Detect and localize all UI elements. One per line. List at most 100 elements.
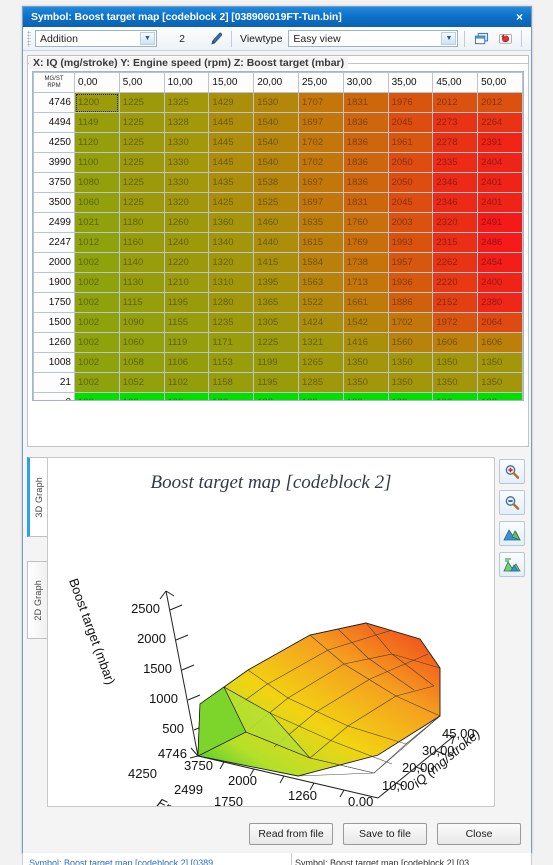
pencil-apply-icon[interactable]: [207, 30, 225, 48]
cell-r4-c1[interactable]: 1225: [118, 172, 165, 193]
cell-r10-c6[interactable]: 1661: [342, 292, 389, 313]
cell-r12-c7[interactable]: 1560: [387, 332, 434, 353]
cell-r8-c4[interactable]: 1415: [253, 252, 299, 273]
cell-r10-c4[interactable]: 1365: [253, 292, 299, 313]
zoom-out-icon[interactable]: [499, 490, 525, 515]
operation-select[interactable]: Addition ▼: [35, 30, 157, 47]
row-header-10[interactable]: 1750: [33, 292, 75, 313]
cell-r5-c1[interactable]: 1225: [118, 192, 165, 213]
cell-r2-c8[interactable]: 2278: [432, 132, 479, 153]
cell-r8-c1[interactable]: 1140: [118, 252, 165, 273]
cell-r6-c0[interactable]: 1021: [74, 212, 120, 233]
cell-r5-c8[interactable]: 2346: [432, 192, 479, 213]
reset-red-icon[interactable]: [495, 29, 515, 48]
cell-r6-c2[interactable]: 1260: [163, 212, 210, 233]
cell-r4-c0[interactable]: 1080: [74, 172, 120, 193]
column-header-1[interactable]: 5,00: [118, 72, 165, 93]
chevron-down-icon[interactable]: ▼: [441, 32, 457, 45]
cell-r12-c1[interactable]: 1060: [118, 332, 165, 353]
cell-r7-c1[interactable]: 1160: [118, 232, 165, 253]
cell-r0-c8[interactable]: 2012: [432, 92, 479, 113]
row-header-13[interactable]: 1008: [33, 352, 75, 373]
cell-r15-c0[interactable]: 198: [74, 392, 120, 400]
cell-r6-c1[interactable]: 1180: [118, 212, 165, 233]
cell-r0-c9[interactable]: 2012: [477, 92, 523, 113]
cell-r7-c6[interactable]: 1769: [342, 232, 389, 253]
cell-r14-c1[interactable]: 1052: [118, 372, 165, 393]
cell-r3-c6[interactable]: 1836: [342, 152, 389, 173]
cell-r0-c7[interactable]: 1976: [387, 92, 434, 113]
row-header-15[interactable]: 0: [33, 392, 75, 400]
cell-r2-c6[interactable]: 1836: [342, 132, 389, 153]
cell-r2-c5[interactable]: 1702: [297, 132, 344, 153]
map-table-scroll[interactable]: MG/ST RPM 0,00 5,00 10,00 15,00 20,00 25,00 30…: [32, 71, 524, 401]
cell-r0-c2[interactable]: 1325: [163, 92, 210, 113]
column-header-3[interactable]: 15,00: [208, 72, 255, 93]
amount-input[interactable]: 2: [161, 33, 203, 45]
column-header-2[interactable]: 10,00: [163, 72, 210, 93]
cell-r8-c2[interactable]: 1220: [163, 252, 210, 273]
zoom-in-icon[interactable]: [499, 459, 525, 484]
row-header-3[interactable]: 3990: [33, 152, 75, 173]
cell-r1-c4[interactable]: 1540: [253, 112, 299, 133]
cell-r10-c7[interactable]: 1886: [387, 292, 434, 313]
cell-r4-c5[interactable]: 1697: [297, 172, 344, 193]
cell-r7-c3[interactable]: 1340: [208, 232, 255, 253]
cell-r12-c6[interactable]: 1416: [342, 332, 389, 353]
viewtype-select[interactable]: Easy view ▼: [288, 30, 459, 47]
row-header-5[interactable]: 3500: [33, 192, 75, 213]
cell-r8-c8[interactable]: 2262: [432, 252, 479, 273]
row-header-14[interactable]: 21: [33, 372, 75, 393]
cell-r8-c0[interactable]: 1002: [74, 252, 120, 273]
cell-r9-c6[interactable]: 1713: [342, 272, 389, 293]
cell-r2-c0[interactable]: 1120: [74, 132, 120, 153]
cell-r5-c3[interactable]: 1425: [208, 192, 255, 213]
cell-r14-c9[interactable]: 1350: [477, 372, 523, 393]
cell-r4-c9[interactable]: 2401: [477, 172, 523, 193]
cell-r9-c8[interactable]: 2220: [432, 272, 479, 293]
cell-r1-c3[interactable]: 1445: [208, 112, 255, 133]
tab-3d-graph[interactable]: 3D Graph: [27, 457, 47, 537]
cell-r13-c6[interactable]: 1350: [342, 352, 389, 373]
cell-r14-c0[interactable]: 1002: [74, 372, 120, 393]
cell-r7-c9[interactable]: 2486: [477, 232, 523, 253]
cell-r7-c5[interactable]: 1615: [297, 232, 344, 253]
cell-r6-c5[interactable]: 1635: [297, 212, 344, 233]
cell-r7-c7[interactable]: 1993: [387, 232, 434, 253]
cell-r6-c4[interactable]: 1460: [253, 212, 299, 233]
cell-r15-c3[interactable]: 198: [208, 392, 255, 400]
cell-r10-c5[interactable]: 1522: [297, 292, 344, 313]
cell-r2-c2[interactable]: 1330: [163, 132, 210, 153]
cell-r15-c7[interactable]: 198: [387, 392, 434, 400]
row-header-1[interactable]: 4494: [33, 112, 75, 133]
cell-r10-c0[interactable]: 1002: [74, 292, 120, 313]
row-header-12[interactable]: 1260: [33, 332, 75, 353]
cell-r11-c1[interactable]: 1090: [118, 312, 165, 333]
cell-r1-c7[interactable]: 2045: [387, 112, 434, 133]
cell-r0-c5[interactable]: 1707: [297, 92, 344, 113]
cell-r13-c5[interactable]: 1265: [297, 352, 344, 373]
cell-r11-c4[interactable]: 1305: [253, 312, 299, 333]
cell-r0-c1[interactable]: 1225: [118, 92, 165, 113]
cell-r6-c8[interactable]: 2320: [432, 212, 479, 233]
cell-r13-c2[interactable]: 1106: [163, 352, 210, 373]
cell-r15-c2[interactable]: 198: [163, 392, 210, 400]
cell-r5-c7[interactable]: 2045: [387, 192, 434, 213]
cell-r13-c9[interactable]: 1350: [477, 352, 523, 373]
cell-r12-c5[interactable]: 1321: [297, 332, 344, 353]
cell-r11-c6[interactable]: 1542: [342, 312, 389, 333]
save-to-file-button[interactable]: Save to file: [343, 823, 427, 845]
cell-r14-c5[interactable]: 1285: [297, 372, 344, 393]
cell-r1-c0[interactable]: 1149: [74, 112, 120, 133]
cell-r3-c2[interactable]: 1330: [163, 152, 210, 173]
row-header-2[interactable]: 4250: [33, 132, 75, 153]
chevron-down-icon[interactable]: ▼: [140, 32, 155, 45]
cell-r5-c9[interactable]: 2401: [477, 192, 523, 213]
cell-r8-c9[interactable]: 2454: [477, 252, 523, 273]
cell-r9-c9[interactable]: 2400: [477, 272, 523, 293]
cell-r15-c9[interactable]: 198: [477, 392, 523, 400]
cell-r8-c3[interactable]: 1320: [208, 252, 255, 273]
cell-r2-c3[interactable]: 1445: [208, 132, 255, 153]
cell-r11-c2[interactable]: 1155: [163, 312, 210, 333]
cell-r5-c0[interactable]: 1060: [74, 192, 120, 213]
